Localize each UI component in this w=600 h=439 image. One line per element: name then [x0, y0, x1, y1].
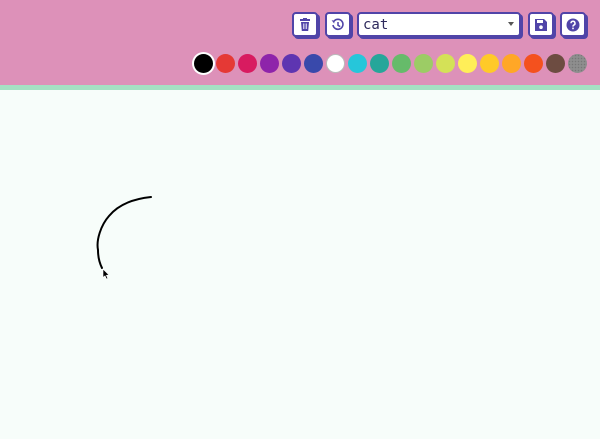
drawing-canvas[interactable] — [0, 90, 600, 439]
help-button[interactable] — [560, 12, 586, 37]
save-button[interactable] — [528, 12, 554, 37]
trash-icon — [300, 18, 310, 31]
swatch-26c6da[interactable] — [348, 54, 367, 73]
swatch-6d4c41[interactable] — [546, 54, 565, 73]
history-icon — [331, 18, 344, 30]
swatch-9ccc65[interactable] — [414, 54, 433, 73]
history-button[interactable] — [325, 12, 351, 37]
category-select[interactable]: cat — [357, 12, 521, 37]
swatch-ffee58[interactable] — [458, 54, 477, 73]
swatch-f4511e[interactable] — [524, 54, 543, 73]
help-icon — [566, 18, 580, 31]
swatch-e53935[interactable] — [216, 54, 235, 73]
drawing-surface — [96, 196, 152, 280]
swatch-d4e157[interactable] — [436, 54, 455, 73]
chevron-down-icon — [508, 22, 514, 26]
swatch-5e35b1[interactable] — [282, 54, 301, 73]
swatch-ffffff[interactable] — [326, 54, 345, 73]
swatch-3949ab[interactable] — [304, 54, 323, 73]
swatch-000000[interactable] — [194, 54, 213, 73]
swatch-ffca28[interactable] — [480, 54, 499, 73]
cursor-arrow-icon — [102, 268, 110, 280]
swatch-pattern[interactable] — [568, 54, 587, 73]
clear-button[interactable] — [292, 12, 318, 37]
swatch-26a69a[interactable] — [370, 54, 389, 73]
drawn-stroke — [96, 196, 152, 269]
swatch-ffa726[interactable] — [502, 54, 521, 73]
save-icon — [535, 18, 547, 31]
swatch-d81b60[interactable] — [238, 54, 257, 73]
swatch-8e24aa[interactable] — [260, 54, 279, 73]
toolbar: cat — [0, 0, 600, 85]
swatch-66bb6a[interactable] — [392, 54, 411, 73]
category-select-value: cat — [363, 16, 389, 33]
